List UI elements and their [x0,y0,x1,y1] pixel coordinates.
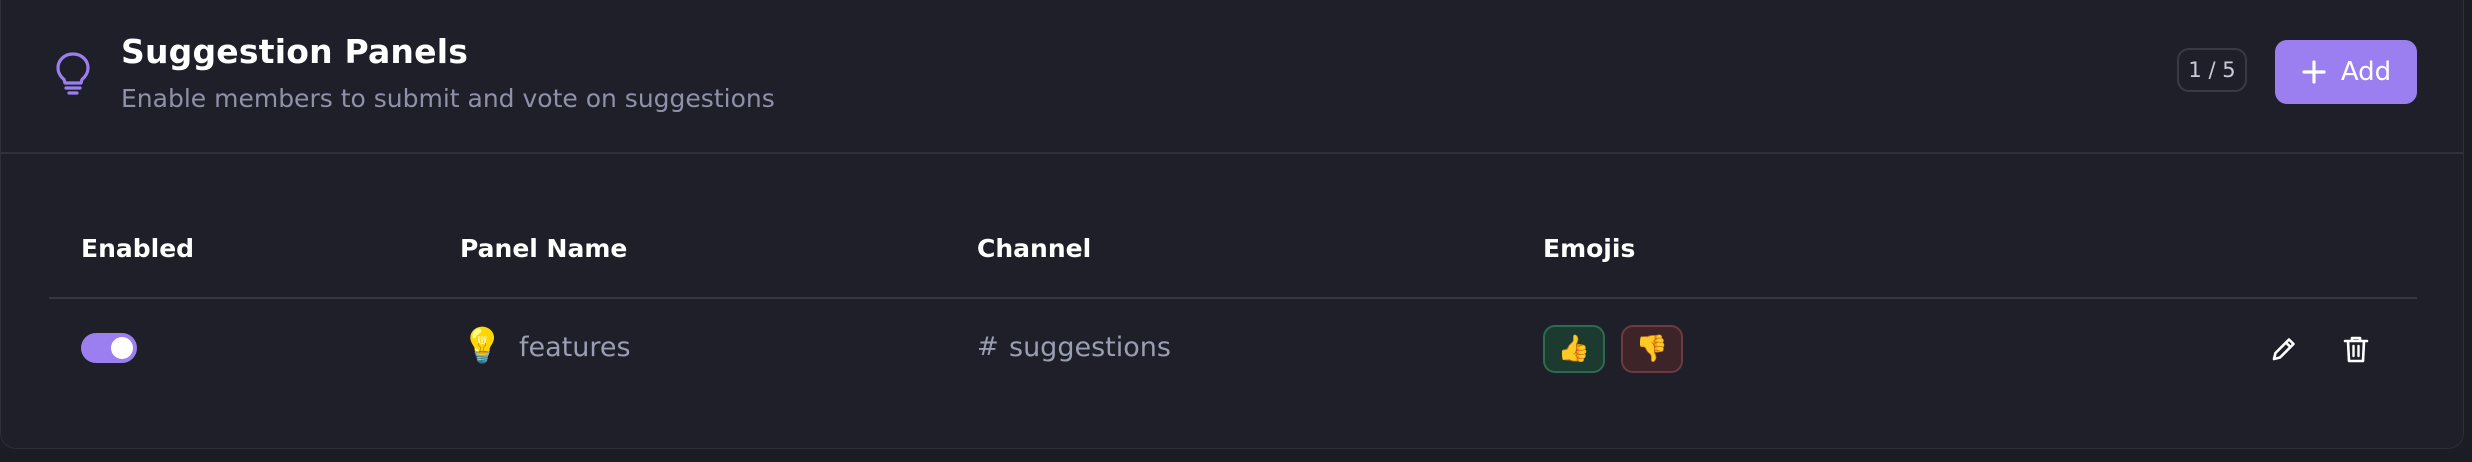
panel-emoji: 💡 [461,326,504,366]
column-header-channel: Channel [977,234,1092,263]
channel-name: suggestions [1009,332,1171,363]
edit-icon[interactable] [2269,334,2299,364]
toggle-knob [111,337,133,359]
lightbulb-icon [56,52,90,95]
header-divider [49,297,2417,299]
page-subtitle: Enable members to submit and vote on sug… [121,84,775,113]
column-header-emojis: Emojis [1543,234,1636,263]
panel-name: features [519,332,631,363]
enabled-toggle[interactable] [81,333,137,363]
plus-icon [2302,60,2326,84]
column-header-panel-name: Panel Name [460,234,628,263]
card-header: Suggestion Panels Enable members to subm… [1,0,2463,154]
suggestion-panels-card: Suggestion Panels Enable members to subm… [0,0,2464,449]
add-panel-button[interactable]: Add [2275,40,2417,104]
add-button-label: Add [2340,57,2392,87]
panel-count-badge: 1 / 5 [2177,48,2247,92]
channel-hash-icon: # [977,332,999,362]
page-title: Suggestion Panels [121,32,469,71]
column-header-enabled: Enabled [81,234,195,263]
downvote-emoji-chip[interactable]: 👎 [1621,325,1683,373]
upvote-emoji-chip[interactable]: 👍 [1543,325,1605,373]
trash-icon[interactable] [2341,334,2371,364]
